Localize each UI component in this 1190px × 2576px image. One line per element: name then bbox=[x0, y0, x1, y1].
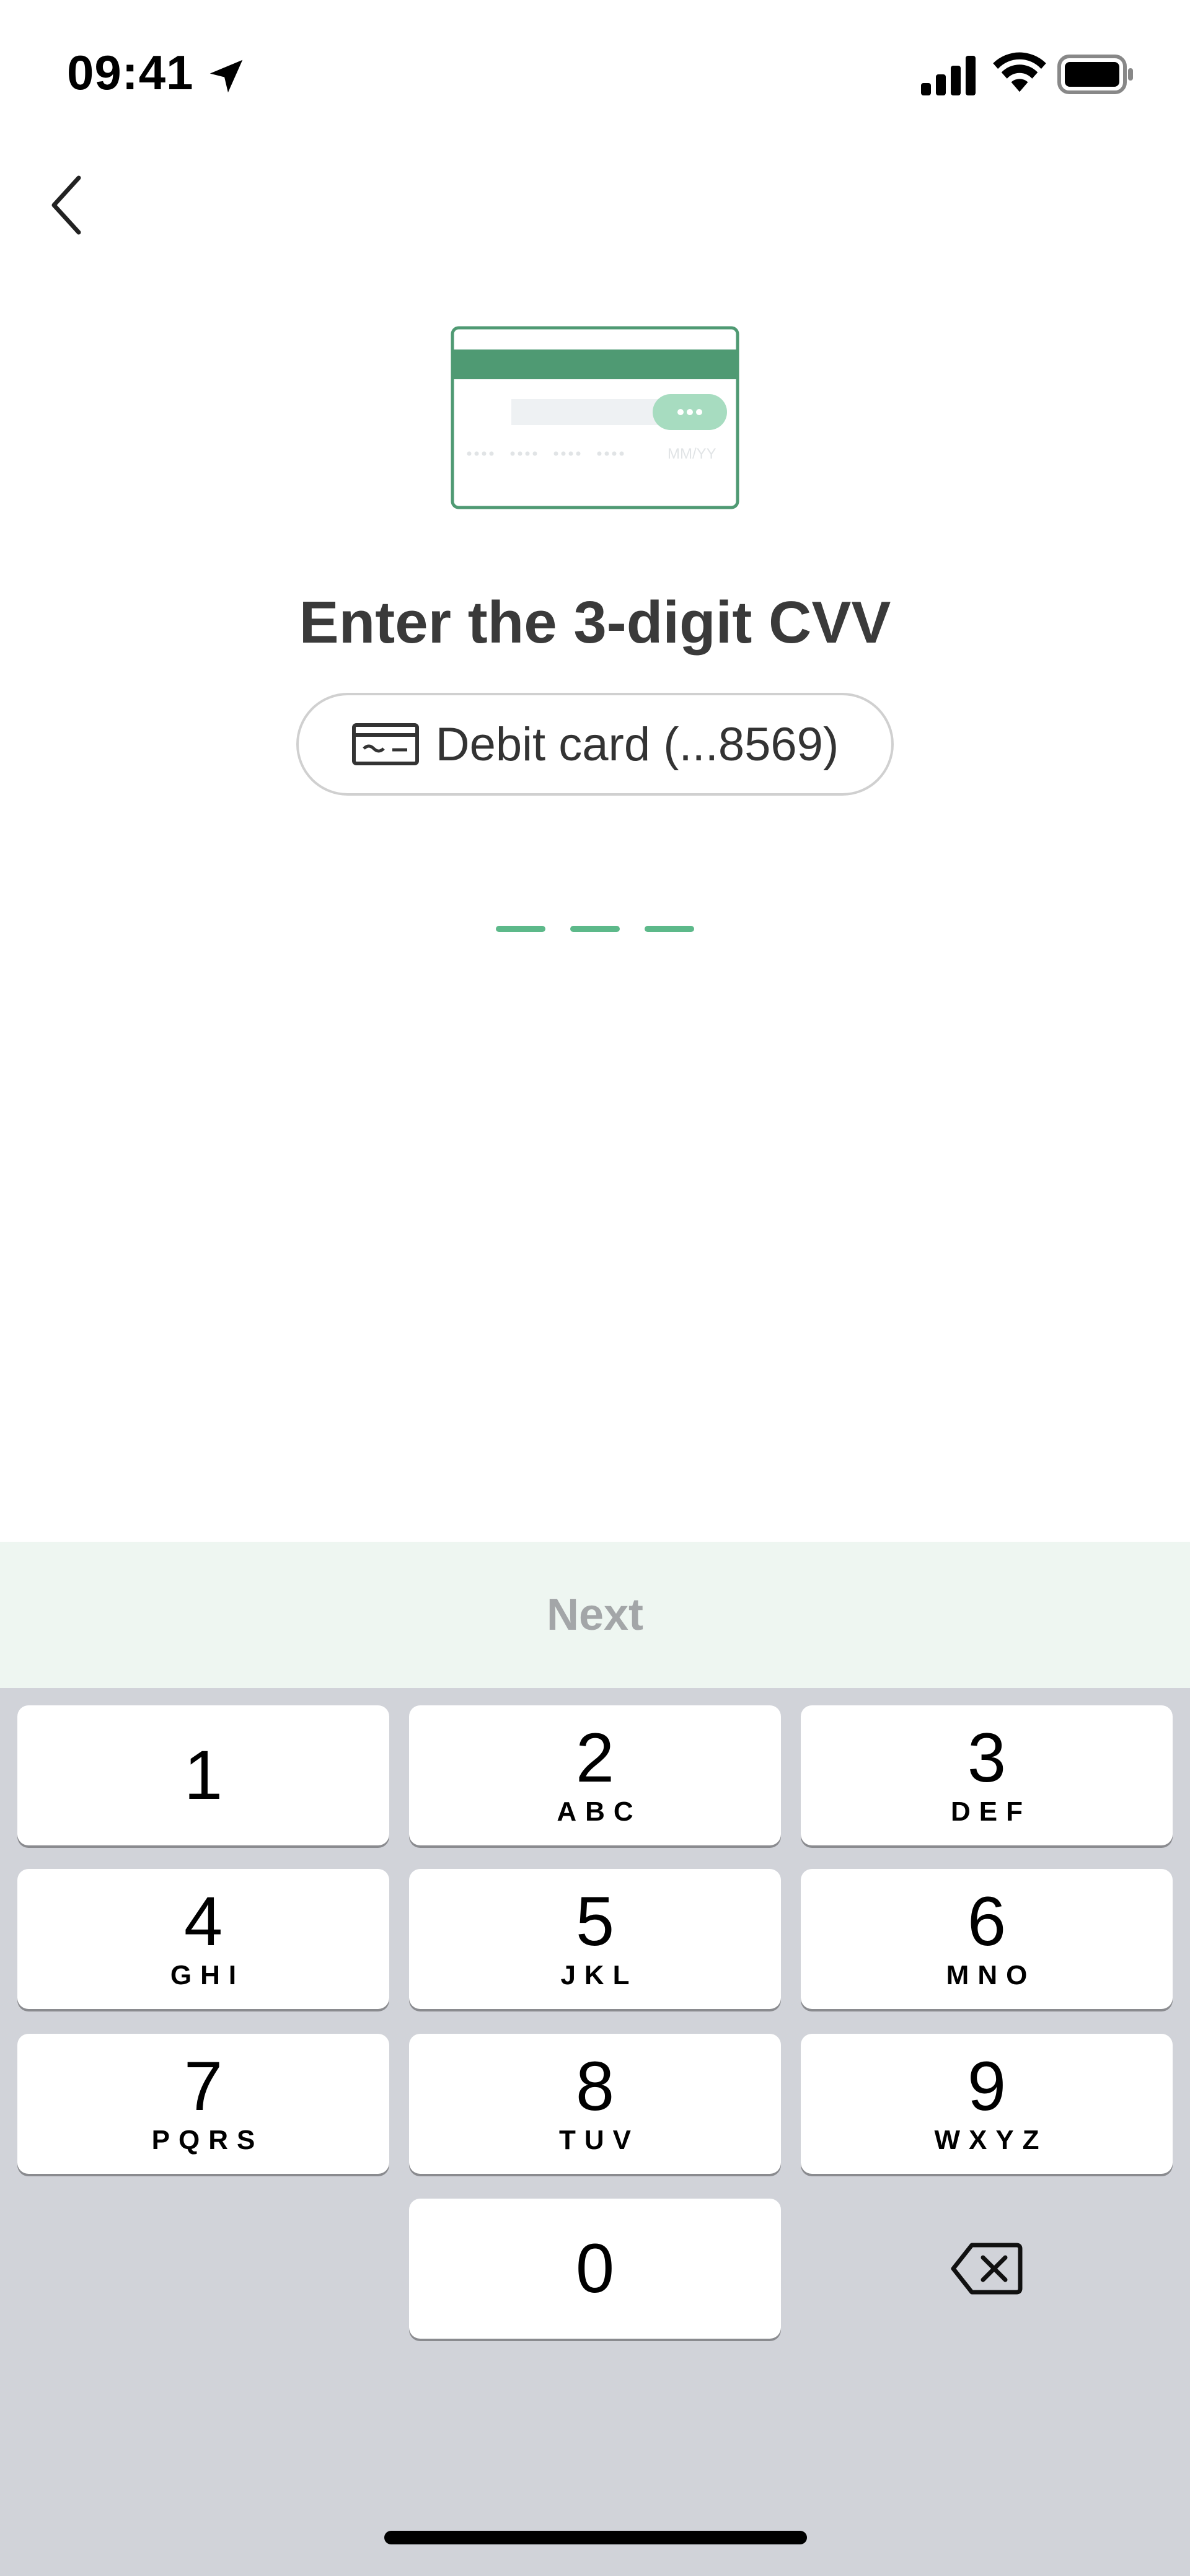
cellular-signal-icon bbox=[921, 56, 976, 95]
expiry-hint: MM/YY bbox=[668, 446, 716, 462]
next-button[interactable]: Next bbox=[0, 1542, 1190, 1688]
key-digit: 5 bbox=[575, 1883, 615, 1960]
cvv-input[interactable] bbox=[496, 926, 694, 932]
credit-card-icon bbox=[351, 723, 419, 765]
page-title: Enter the 3-digit CVV bbox=[299, 589, 891, 656]
delete-key[interactable] bbox=[801, 2199, 1173, 2339]
key-letters: MNO bbox=[946, 1960, 1036, 1990]
key-digit: 3 bbox=[967, 1719, 1007, 1796]
keypad-key-9[interactable]: 9 WXYZ bbox=[801, 2034, 1173, 2174]
card-selector[interactable]: Debit card (...8569) bbox=[296, 693, 894, 796]
home-indicator[interactable] bbox=[384, 2531, 807, 2544]
back-button[interactable] bbox=[38, 171, 94, 239]
key-digit: 1 bbox=[183, 1736, 223, 1814]
key-letters: ABC bbox=[557, 1796, 642, 1827]
keypad-key-4[interactable]: 4 GHI bbox=[17, 1869, 389, 2009]
keypad-key-5[interactable]: 5 JKL bbox=[409, 1869, 781, 2009]
key-digit: 4 bbox=[183, 1883, 223, 1960]
key-letters: WXYZ bbox=[934, 2125, 1048, 2155]
status-bar: 09:41 bbox=[0, 0, 1190, 155]
keypad-key-2[interactable]: 2 ABC bbox=[409, 1705, 781, 1845]
key-digit: 2 bbox=[575, 1719, 615, 1796]
keypad-key-8[interactable]: 8 TUV bbox=[409, 2034, 781, 2174]
card-back-cvv-illustration: MM/YY bbox=[451, 326, 739, 509]
key-digit: 9 bbox=[967, 2047, 1007, 2125]
cvv-digit-slot bbox=[496, 926, 545, 932]
key-letters: DEF bbox=[951, 1796, 1031, 1827]
cvv-digit-slot bbox=[570, 926, 620, 932]
key-letters: GHI bbox=[170, 1960, 245, 1990]
status-time: 09:41 bbox=[67, 45, 194, 100]
chevron-left-icon bbox=[51, 175, 81, 235]
card-selector-label: Debit card (...8569) bbox=[435, 718, 839, 771]
key-letters: JKL bbox=[560, 1960, 638, 1990]
backspace-icon bbox=[951, 2243, 1023, 2295]
next-button-label: Next bbox=[546, 1590, 644, 1640]
key-digit: 8 bbox=[575, 2047, 615, 2125]
keypad-key-6[interactable]: 6 MNO bbox=[801, 1869, 1173, 2009]
keypad-key-7[interactable]: 7 PQRS bbox=[17, 2034, 389, 2174]
location-arrow-icon bbox=[209, 59, 243, 93]
wifi-icon bbox=[993, 52, 1046, 92]
key-letters: TUV bbox=[559, 2125, 640, 2155]
cvv-digit-slot bbox=[645, 926, 694, 932]
key-digit: 7 bbox=[183, 2047, 223, 2125]
key-digit: 6 bbox=[967, 1883, 1007, 1960]
keypad-key-3[interactable]: 3 DEF bbox=[801, 1705, 1173, 1845]
keypad-key-1[interactable]: 1 bbox=[17, 1705, 389, 1845]
battery-icon bbox=[1057, 55, 1133, 94]
key-digit: 0 bbox=[575, 2230, 615, 2307]
key-letters: PQRS bbox=[151, 2125, 264, 2155]
keypad-key-0[interactable]: 0 bbox=[409, 2199, 781, 2339]
